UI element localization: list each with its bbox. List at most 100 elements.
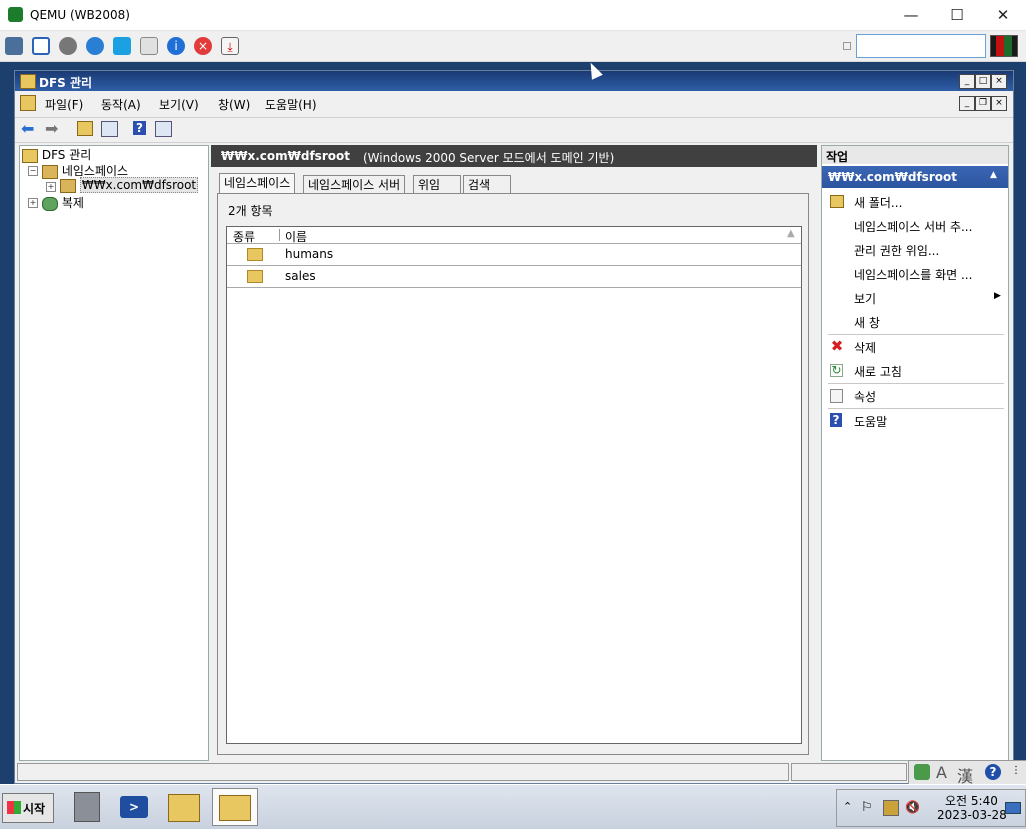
tree-label-dfsroot: ₩₩x.com₩dfsroot [79,177,199,193]
host-minimize-button[interactable]: — [888,2,934,28]
tree-item-dfsroot[interactable]: ₩₩x.com₩dfsroot [60,177,199,193]
start-button[interactable]: 시작 [2,793,54,823]
clock-date[interactable]: 2023-03-28 [937,808,1007,822]
actions-subheader-label: ₩₩x.com₩dfsroot [828,170,957,184]
action-delete[interactable]: 삭제 [854,339,876,356]
ime-mode-label[interactable]: A [936,763,947,782]
tree-label-dfs-root: DFS 관리 [41,148,92,162]
fullscreen-icon[interactable] [32,37,50,55]
color-indicator-icon[interactable] [990,35,1018,57]
taskbar: 시작 > ⌃ ⚐ 🔇 오전 5:40 2023-03-28 [0,784,1026,829]
ime-bar: A 漢 ? ⋮ [908,760,1026,786]
ime-help-icon[interactable]: ? [985,764,1001,780]
separator [828,383,1004,384]
action-hide-namespace[interactable]: 네임스페이스를 화면 ... [854,266,972,283]
tree-item-replication[interactable]: 복제 [42,194,84,211]
child-restore-button[interactable]: ❐ [975,96,991,111]
power-off-icon[interactable]: × [194,37,212,55]
action-new-folder[interactable]: 새 폴더... [854,194,902,211]
folder-link-icon [247,270,263,283]
show-hide-tree-icon[interactable] [101,121,118,137]
forward-arrow-icon[interactable]: ➡ [45,121,63,138]
folder-name: humans [285,247,334,261]
action-delegate-permissions[interactable]: 관리 권한 위임... [854,242,939,259]
settings-gear-icon[interactable] [59,37,77,55]
folder-list: 종류 이름 ▲ humans sales [226,226,802,744]
tab-namespace-servers[interactable]: 네임스페이스 서버 [303,175,406,194]
help-icon[interactable]: ? [133,121,146,135]
menu-help[interactable]: 도움말(H) [265,96,317,113]
collapse-namespaces-toggle[interactable]: − [28,166,38,176]
dfs-app-icon [20,74,36,89]
up-folder-icon[interactable] [77,121,93,136]
mmc-window: DFS 관리 _ □ × 파일(F) 동작(A) 보기(V) 창(W) 도움말(… [14,70,1014,784]
back-arrow-icon[interactable]: ⬅ [21,121,39,138]
child-minimize-button[interactable]: _ [959,96,975,111]
child-close-button[interactable]: × [991,96,1007,111]
show-desktop-icon[interactable] [1005,802,1021,814]
action-center-flag-icon[interactable]: ⚐ [861,800,873,815]
taskbar-powershell-icon[interactable]: > [114,788,158,824]
clock-time[interactable]: 오전 5:40 [945,792,998,809]
host-close-button[interactable]: ✕ [980,2,1026,28]
tree-item-dfs-root[interactable]: DFS 관리 [22,146,91,163]
actions-header-label: 작업 [826,150,849,164]
network-icon[interactable] [5,37,23,55]
column-divider [279,229,280,241]
show-hidden-icons-icon[interactable]: ⌃ [843,800,852,813]
result-pane-header: ₩₩x.com₩dfsroot (Windows 2000 Server 모드에… [211,145,817,167]
mmc-close-button[interactable]: × [991,74,1007,89]
download-icon[interactable]: ⤓ [221,37,239,55]
show-hide-action-pane-icon[interactable] [155,121,172,137]
action-help[interactable]: 도움말 [854,413,887,430]
usb-icon[interactable] [140,37,158,55]
column-header-type[interactable]: 종류 [233,228,255,245]
action-add-namespace-server[interactable]: 네임스페이스 서버 추... [854,218,972,235]
status-bar [15,761,1013,781]
action-new-window[interactable]: 새 창 [854,314,880,331]
host-search-input[interactable] [856,34,986,58]
table-row[interactable]: sales [227,266,801,288]
menu-view[interactable]: 보기(V) [159,96,199,113]
toolbar-dot-icon [843,42,851,50]
taskbar-explorer-icon[interactable] [162,788,206,824]
host-maximize-button[interactable]: ☐ [934,2,980,28]
host-window-title: QEMU (WB2008) [30,8,130,22]
folder-link-icon [247,248,263,261]
sort-arrow-icon: ▲ [787,228,795,239]
column-header-name[interactable]: 이름 [285,228,307,245]
actions-subheader[interactable]: ₩₩x.com₩dfsroot ▲ [822,166,1008,188]
tab-namespace[interactable]: 네임스페이스 [219,173,296,195]
volume-muted-icon[interactable]: 🔇 [905,800,920,814]
refresh-icon[interactable] [86,37,104,55]
network-status-icon[interactable] [883,800,899,816]
mmc-maximize-button[interactable]: □ [975,74,991,89]
console-tree: DFS 관리 − 네임스페이스 + ₩₩x.com₩dfsroot + 복제 [19,145,209,761]
windows-key-icon[interactable] [113,37,131,55]
menu-window[interactable]: 창(W) [218,96,250,113]
action-refresh[interactable]: 새로 고침 [854,363,902,380]
table-row[interactable]: humans [227,244,801,266]
start-label: 시작 [23,802,46,816]
tab-search[interactable]: 검색 [463,175,511,194]
tab-delegation[interactable]: 위임 [413,175,461,194]
action-properties[interactable]: 속성 [854,388,876,405]
info-icon[interactable]: i [167,37,185,55]
ime-options-icon[interactable]: ⋮ [1011,765,1021,776]
taskbar-dfs-management-icon[interactable] [212,788,258,826]
mmc-minimize-button[interactable]: _ [959,74,975,89]
namespace-path: ₩₩x.com₩dfsroot [221,149,350,163]
mmc-titlebar: DFS 관리 _ □ × [15,71,1013,91]
taskbar-server-manager-icon[interactable] [66,788,110,824]
menu-file[interactable]: 파일(F) [45,96,83,113]
menu-action[interactable]: 동작(A) [101,96,141,113]
ime-pen-icon[interactable] [914,764,930,780]
separator [828,334,1004,335]
item-count: 2개 항목 [228,204,273,218]
action-view[interactable]: 보기 [854,290,876,307]
console-icon [20,95,36,111]
properties-icon [830,389,843,403]
expand-replication-toggle[interactable]: + [28,198,38,208]
expand-dfsroot-toggle[interactable]: + [46,182,56,192]
collapse-up-icon[interactable]: ▲ [990,170,997,180]
